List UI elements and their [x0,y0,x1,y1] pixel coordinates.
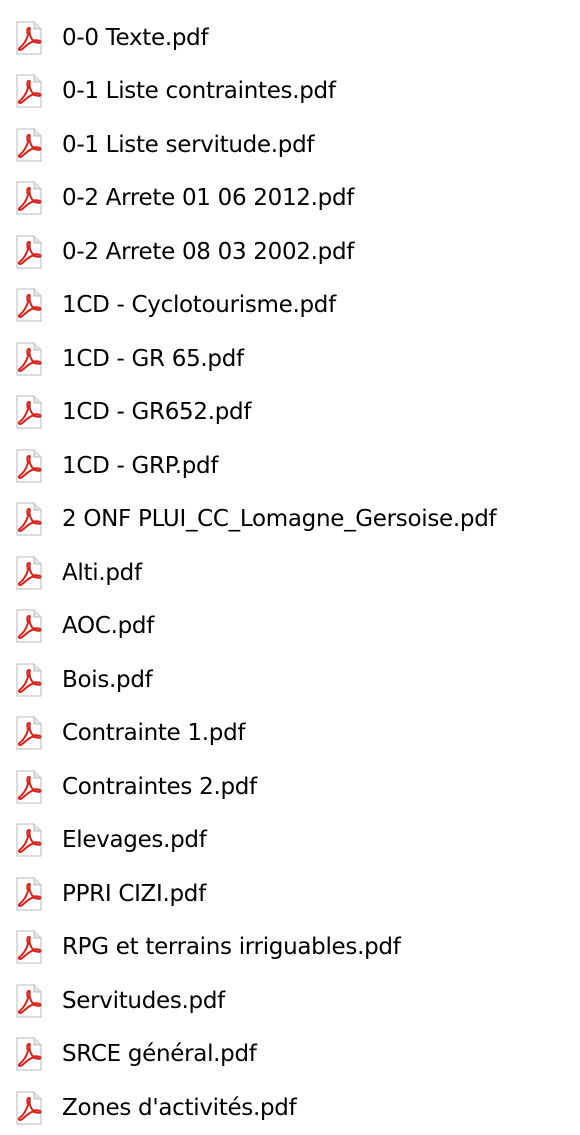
pdf-file-icon [16,930,42,964]
file-item[interactable]: 0-0 Texte.pdf [0,11,580,65]
file-item[interactable]: Elevages.pdf [0,814,580,868]
file-item[interactable]: 0-1 Liste contraintes.pdf [0,65,580,119]
file-item[interactable]: 2 ONF PLUI_CC_Lomagne_Gersoise.pdf [0,493,580,547]
file-name: 1CD - GR 65.pdf [62,345,244,372]
file-item[interactable]: Servitudes.pdf [0,974,580,1028]
pdf-file-icon [16,74,42,108]
file-item[interactable]: Alti.pdf [0,546,580,600]
pdf-file-icon [16,449,42,483]
file-item[interactable]: RPG et terrains irriguables.pdf [0,921,580,975]
file-item[interactable]: Zones d'activités.pdf [0,1081,580,1135]
file-name: SRCE général.pdf [62,1041,257,1068]
file-item[interactable]: Bois.pdf [0,653,580,707]
pdf-file-icon [16,984,42,1018]
file-item[interactable]: 1CD - GR 65.pdf [0,332,580,386]
file-list: 0-0 Texte.pdf 0-1 Liste contraintes.pdf … [0,11,580,1135]
file-name: 1CD - GR652.pdf [62,399,252,426]
file-item[interactable]: Contraintes 2.pdf [0,760,580,814]
pdf-file-icon [16,1037,42,1071]
file-name: RPG et terrains irriguables.pdf [62,934,401,961]
pdf-file-icon [16,128,42,162]
pdf-file-icon [16,663,42,697]
file-name: 0-1 Liste contraintes.pdf [62,78,336,105]
file-name: Contrainte 1.pdf [62,720,246,747]
pdf-file-icon [16,181,42,215]
pdf-file-icon [16,395,42,429]
file-item[interactable]: 1CD - Cyclotourisme.pdf [0,279,580,333]
file-item[interactable]: 0-2 Arrete 01 06 2012.pdf [0,172,580,226]
file-item[interactable]: AOC.pdf [0,600,580,654]
file-name: Servitudes.pdf [62,987,225,1014]
file-item[interactable]: PPRI CIZI.pdf [0,867,580,921]
pdf-file-icon [16,877,42,911]
file-name: 0-0 Texte.pdf [62,24,209,51]
file-item[interactable]: 0-2 Arrete 08 03 2002.pdf [0,225,580,279]
pdf-file-icon [16,770,42,804]
file-name: 0-1 Liste servitude.pdf [62,131,315,158]
file-name: Bois.pdf [62,666,153,693]
file-item[interactable]: 0-1 Liste servitude.pdf [0,118,580,172]
file-name: Contraintes 2.pdf [62,773,257,800]
pdf-file-icon [16,502,42,536]
pdf-file-icon [16,342,42,376]
file-name: PPRI CIZI.pdf [62,880,206,907]
pdf-file-icon [16,235,42,269]
file-item[interactable]: 1CD - GRP.pdf [0,439,580,493]
file-name: Alti.pdf [62,559,142,586]
file-name: 1CD - Cyclotourisme.pdf [62,292,336,319]
pdf-file-icon [16,556,42,590]
pdf-file-icon [16,288,42,322]
pdf-file-icon [16,21,42,55]
pdf-file-icon [16,823,42,857]
file-name: AOC.pdf [62,613,155,640]
pdf-file-icon [16,716,42,750]
file-name: 0-2 Arrete 08 03 2002.pdf [62,238,355,265]
file-name: 1CD - GRP.pdf [62,452,219,479]
file-name: 2 ONF PLUI_CC_Lomagne_Gersoise.pdf [62,506,497,533]
file-item[interactable]: Contrainte 1.pdf [0,707,580,761]
file-name: 0-2 Arrete 01 06 2012.pdf [62,185,355,212]
file-item[interactable]: SRCE général.pdf [0,1028,580,1082]
pdf-file-icon [16,1091,42,1125]
file-name: Elevages.pdf [62,827,207,854]
file-item[interactable]: 1CD - GR652.pdf [0,386,580,440]
pdf-file-icon [16,609,42,643]
